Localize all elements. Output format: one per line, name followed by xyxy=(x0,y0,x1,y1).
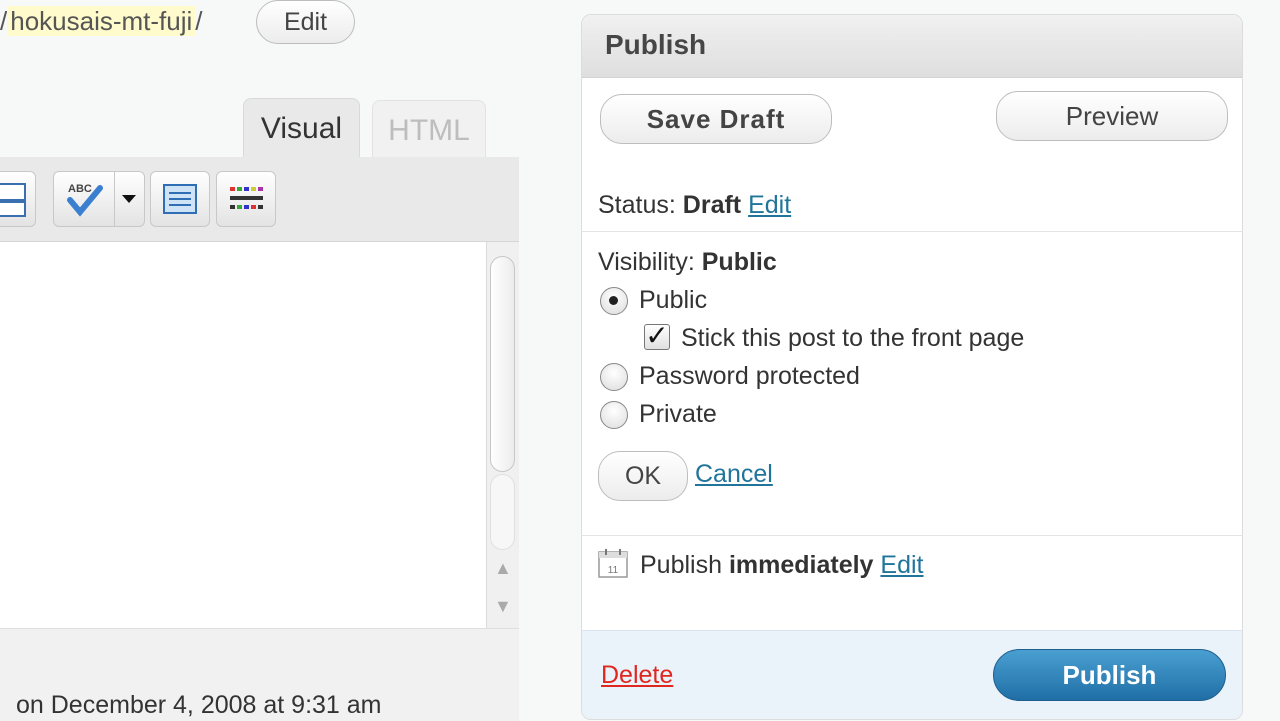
visibility-public-label: Public xyxy=(639,286,708,314)
visibility-label: Visibility: xyxy=(598,248,695,276)
delete-link[interactable]: Delete xyxy=(601,661,673,690)
status-row: Status: Draft Edit xyxy=(598,191,791,220)
visibility-row: Visibility: Public xyxy=(598,248,777,277)
scroll-up-icon[interactable]: ▲ xyxy=(494,558,512,579)
preview-button[interactable]: Preview xyxy=(996,91,1228,141)
schedule-label: Publish xyxy=(640,551,722,579)
schedule-value: immediately xyxy=(728,551,874,579)
calendar-icon: 11 xyxy=(598,548,628,583)
svg-text:11: 11 xyxy=(608,565,619,576)
sticky-label: Stick this post to the front page xyxy=(681,324,1025,352)
status-edit-link[interactable]: Edit xyxy=(748,191,791,219)
scroll-down-icon[interactable]: ▼ xyxy=(494,596,512,617)
editor-footer: on December 4, 2008 at 9:31 am xyxy=(0,628,519,721)
insert-icon[interactable] xyxy=(0,171,36,227)
publish-box-footer: Delete Publish xyxy=(582,630,1242,719)
scrollbar-track xyxy=(490,474,515,550)
visibility-password-label: Password protected xyxy=(639,362,860,390)
status-label: Status: xyxy=(598,191,676,219)
publish-box: Publish Save Draft Preview Status: Draft… xyxy=(581,14,1243,720)
schedule-edit-link[interactable]: Edit xyxy=(880,551,923,579)
spellcheck-button[interactable]: ABC xyxy=(53,171,145,227)
scrollbar-thumb[interactable] xyxy=(490,256,515,472)
save-draft-button[interactable]: Save Draft xyxy=(600,94,832,144)
permalink: / hokusais-mt-fuji / xyxy=(0,4,203,38)
divider xyxy=(582,535,1242,536)
kitchen-sink-icon[interactable] xyxy=(216,171,276,227)
visibility-private-radio[interactable] xyxy=(600,401,628,429)
last-saved-text: on December 4, 2008 at 9:31 am xyxy=(16,691,382,719)
publish-box-header[interactable]: Publish xyxy=(582,15,1242,78)
publish-box-title: Publish xyxy=(605,29,707,60)
tab-visual[interactable]: Visual xyxy=(243,98,360,158)
fullscreen-icon[interactable] xyxy=(150,171,210,227)
status-value: Draft xyxy=(682,191,742,219)
visibility-private-label: Private xyxy=(639,400,717,428)
svg-text:ABC: ABC xyxy=(68,183,92,195)
tab-html[interactable]: HTML xyxy=(372,100,486,158)
visibility-cancel-link[interactable]: Cancel xyxy=(695,460,773,489)
publish-button[interactable]: Publish xyxy=(993,649,1226,701)
visibility-ok-button[interactable]: OK xyxy=(598,451,688,501)
spellcheck-icon: ABC xyxy=(67,183,103,217)
editor-scrollbar[interactable]: ▲ ▼ xyxy=(486,242,519,628)
visibility-password-radio[interactable] xyxy=(600,363,628,391)
sticky-checkbox[interactable]: ✓ xyxy=(644,322,670,350)
permalink-slug[interactable]: hokusais-mt-fuji xyxy=(7,6,196,36)
editor-toolbar: ABC xyxy=(0,157,519,242)
divider xyxy=(582,231,1242,232)
permalink-suffix: / xyxy=(195,6,203,36)
visibility-public-radio[interactable] xyxy=(600,287,628,315)
permalink-edit-button[interactable]: Edit xyxy=(256,0,355,44)
visibility-value: Public xyxy=(701,248,777,276)
schedule-row: Publish immediately Edit xyxy=(640,551,924,580)
editor-content-area[interactable] xyxy=(0,242,486,628)
dropdown-arrow-icon xyxy=(122,195,136,203)
